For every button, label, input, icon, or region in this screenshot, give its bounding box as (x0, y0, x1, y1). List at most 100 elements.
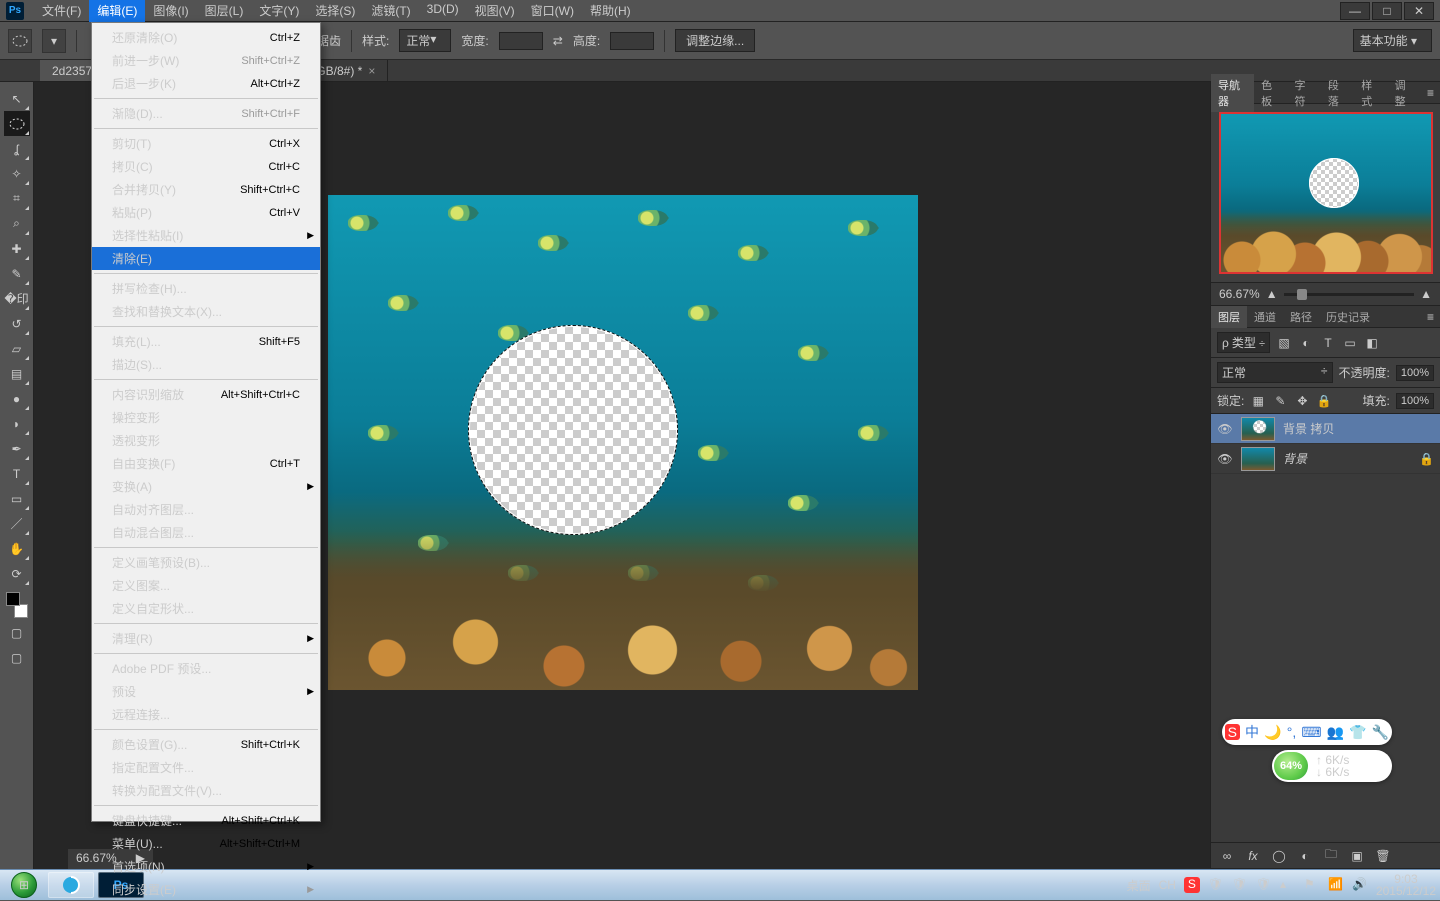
type-tool[interactable]: T (4, 461, 30, 486)
filter-type-icon[interactable]: T (1320, 335, 1336, 351)
menu-item-剪切T[interactable]: 剪切(T)Ctrl+X (92, 132, 320, 155)
panel-tab-历史记录[interactable]: 历史记录 (1319, 306, 1377, 328)
menu-item-远程连接[interactable]: 远程连接... (92, 703, 320, 726)
tray-safe-icon[interactable]: 🛡 (1208, 877, 1224, 893)
height-input[interactable] (610, 32, 654, 50)
lock-transparent-icon[interactable]: ▦ (1250, 393, 1266, 409)
layer-name[interactable]: 背景 拷贝 (1283, 420, 1334, 437)
lock-all-icon[interactable]: 🔒 (1316, 393, 1332, 409)
layer-fx-icon[interactable]: fx (1245, 848, 1261, 864)
lasso-tool[interactable]: ʆ (4, 136, 30, 161)
menu-选择[interactable]: 选择(S) (307, 0, 363, 22)
menu-3d[interactable]: 3D(D) (419, 0, 467, 22)
brush-tool[interactable]: ✎ (4, 261, 30, 286)
sogou-item-6[interactable]: 👕 (1349, 724, 1366, 741)
layer-row[interactable]: 👁背景🔒 (1211, 444, 1440, 474)
new-layer-icon[interactable]: ▣ (1349, 848, 1365, 864)
visibility-icon[interactable]: 👁 (1217, 452, 1233, 466)
clone-stamp-tool[interactable]: �印 (4, 286, 30, 311)
layer-row[interactable]: 👁 背景 拷贝 (1211, 414, 1440, 444)
filter-pixel-icon[interactable]: ▧ (1276, 335, 1292, 351)
menu-item-还原清除O[interactable]: 还原清除(O)Ctrl+Z (92, 26, 320, 49)
path-select-tool[interactable]: ▭ (4, 486, 30, 511)
menu-item-清除E[interactable]: 清除(E) (92, 247, 320, 270)
magic-wand-tool[interactable]: ✧ (4, 161, 30, 186)
sogou-item-2[interactable]: 🌙 (1264, 724, 1281, 741)
eyedropper-tool[interactable]: ⌕ (4, 211, 30, 236)
group-icon[interactable]: 🗀 (1323, 848, 1339, 864)
navigator-thumbnail[interactable] (1219, 112, 1433, 274)
tray-safe2-icon[interactable]: 🛡 (1232, 877, 1248, 893)
panel-tab-导航器[interactable]: 导航器 (1211, 74, 1254, 112)
layer-name[interactable]: 背景 (1283, 450, 1307, 467)
layer-mask-icon[interactable]: ◯ (1271, 848, 1287, 864)
style-select[interactable]: 正常 ▾ (399, 29, 451, 52)
menu-item-拷贝C[interactable]: 拷贝(C)Ctrl+C (92, 155, 320, 178)
menu-item-合并拷贝Y[interactable]: 合并拷贝(Y)Shift+Ctrl+C (92, 178, 320, 201)
crop-tool[interactable]: ⌗ (4, 186, 30, 211)
link-layers-icon[interactable]: ∞ (1219, 848, 1235, 864)
panel-menu-icon[interactable]: ≡ (1421, 310, 1440, 324)
zoom-out-icon[interactable]: ▲ (1266, 287, 1278, 301)
navigator-zoom-value[interactable]: 66.67% (1219, 287, 1260, 301)
gradient-tool[interactable]: ▤ (4, 361, 30, 386)
menu-编辑[interactable]: 编辑(E) (89, 0, 145, 22)
link-wh-icon[interactable]: ⇄ (553, 34, 563, 48)
taskbar-app-browser[interactable] (48, 872, 94, 898)
quickmask-icon[interactable]: ▢ (4, 620, 30, 645)
menu-item-选择性粘贴I[interactable]: 选择性粘贴(I) (92, 224, 320, 247)
menu-item-键盘快捷键[interactable]: 键盘快捷键...Alt+Shift+Ctrl+K (92, 809, 320, 832)
adjustment-layer-icon[interactable]: ◐ (1297, 848, 1313, 864)
panel-tab-字符[interactable]: 字符 (1287, 74, 1320, 112)
menu-item-菜单U[interactable]: 菜单(U)...Alt+Shift+Ctrl+M (92, 832, 320, 855)
rotate-view-tool[interactable]: ⟳ (4, 561, 30, 586)
network-monitor-widget[interactable]: 64% ↑ 6K/s ↓ 6K/s (1272, 750, 1392, 782)
tray-ime[interactable]: CH (1159, 878, 1176, 892)
move-tool[interactable]: ↖ (4, 86, 30, 111)
fill-value[interactable]: 100% (1396, 393, 1434, 409)
menu-item-粘贴P[interactable]: 粘贴(P)Ctrl+V (92, 201, 320, 224)
menu-item-后退一步K[interactable]: 后退一步(K)Alt+Ctrl+Z (92, 72, 320, 95)
menu-文字[interactable]: 文字(Y) (251, 0, 307, 22)
document-canvas[interactable] (328, 195, 918, 690)
panel-menu-icon[interactable]: ≡ (1421, 86, 1440, 100)
menu-item-清理R[interactable]: 清理(R) (92, 627, 320, 650)
menu-item-颜色设置G[interactable]: 颜色设置(G)...Shift+Ctrl+K (92, 733, 320, 756)
menu-item-定义画笔预设B[interactable]: 定义画笔预设(B)... (92, 551, 320, 574)
menu-item-填充L[interactable]: 填充(L)...Shift+F5 (92, 330, 320, 353)
tray-qq-icon[interactable]: 🛡 (1256, 877, 1272, 893)
menu-文件[interactable]: 文件(F) (34, 0, 89, 22)
history-brush-tool[interactable]: ↺ (4, 311, 30, 336)
width-input[interactable] (499, 32, 543, 50)
hand-tool[interactable]: ✋ (4, 536, 30, 561)
tray-sogou-icon[interactable]: S (1184, 877, 1200, 893)
close-button[interactable]: ✕ (1404, 2, 1434, 20)
navigator-zoom-slider[interactable] (1284, 293, 1415, 296)
screenmode-icon[interactable]: ▢ (4, 645, 30, 670)
sogou-item-0[interactable]: S (1225, 724, 1240, 740)
menu-item-变换A[interactable]: 变换(A) (92, 475, 320, 498)
menu-item-内容识别缩放[interactable]: 内容识别缩放Alt+Shift+Ctrl+C (92, 383, 320, 406)
panel-tab-通道[interactable]: 通道 (1247, 306, 1283, 328)
sogou-item-4[interactable]: ⌨ (1301, 724, 1321, 741)
tray-desktop-label[interactable]: 桌面 (1127, 877, 1151, 894)
menu-窗口[interactable]: 窗口(W) (523, 0, 582, 22)
eraser-tool[interactable]: ▱ (4, 336, 30, 361)
active-tool-icon[interactable] (8, 29, 32, 53)
lock-brush-icon[interactable]: ✎ (1272, 393, 1288, 409)
filter-shape-icon[interactable]: ▭ (1342, 335, 1358, 351)
panel-tab-路径[interactable]: 路径 (1283, 306, 1319, 328)
layer-thumbnail[interactable] (1241, 447, 1275, 471)
panel-tab-图层[interactable]: 图层 (1211, 306, 1247, 328)
maximize-button[interactable]: □ (1372, 2, 1402, 20)
menu-滤镜[interactable]: 滤镜(T) (363, 0, 418, 22)
menu-帮助[interactable]: 帮助(H) (582, 0, 639, 22)
tray-chevron-icon[interactable]: ▴ (1280, 877, 1296, 893)
visibility-icon[interactable]: 👁 (1217, 422, 1233, 436)
start-button[interactable]: ⊞ (4, 871, 44, 899)
tool-preset-picker[interactable]: ▾ (42, 29, 66, 53)
tab-close-icon[interactable]: × (368, 64, 375, 78)
filter-smart-icon[interactable]: ◧ (1364, 335, 1380, 351)
menu-item-首选项N[interactable]: 首选项(N) (92, 855, 320, 878)
panel-tab-调整[interactable]: 调整 (1388, 74, 1421, 112)
